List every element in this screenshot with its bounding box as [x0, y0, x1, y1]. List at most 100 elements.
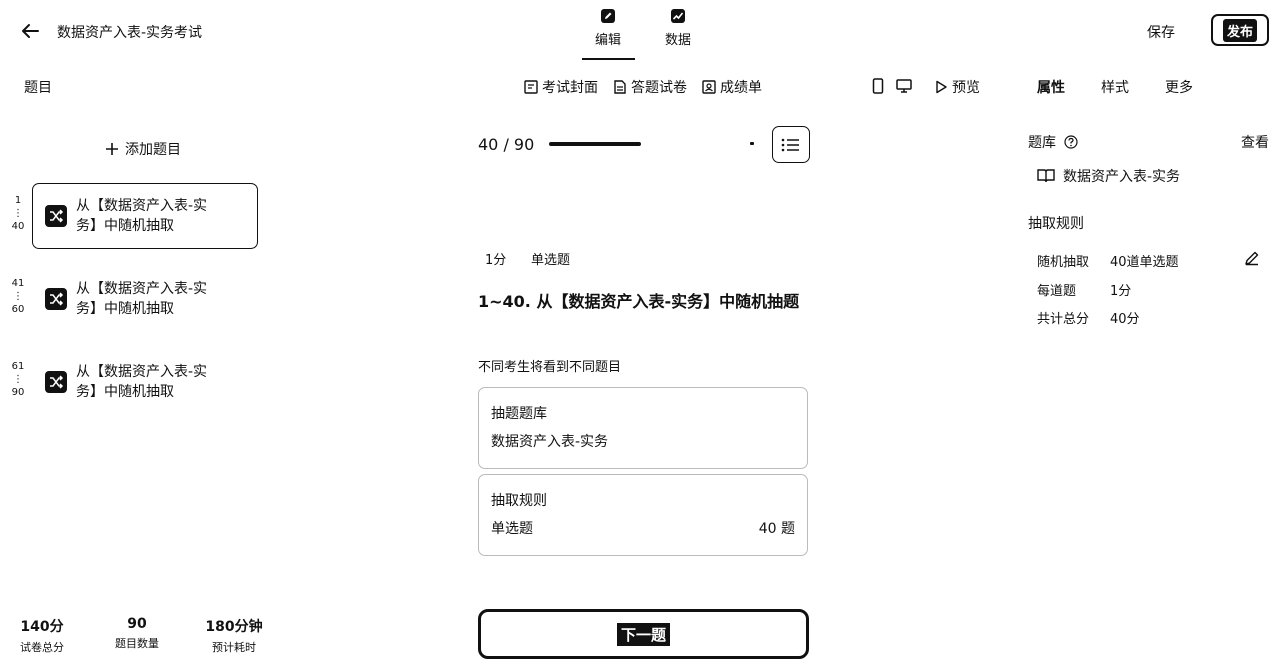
question-range: 61 ⋮ 90 [8, 360, 28, 399]
help-icon[interactable] [1064, 135, 1078, 149]
bank-name: 数据资产入表-实务 [1063, 169, 1181, 185]
publish-button[interactable]: 发布 [1211, 14, 1269, 46]
tab-report-card[interactable]: 成绩单 [702, 77, 762, 97]
tab-data-label: 数据 [664, 33, 691, 48]
publish-label: 发布 [1222, 18, 1257, 42]
rule-row: 共计总分 40分 [1037, 308, 1140, 327]
paper-icon [613, 80, 627, 94]
question-bank-section: 题库 [1028, 132, 1078, 152]
rule-key: 随机抽取 [1037, 255, 1090, 270]
card-rule-row: 单选题 40 题 [491, 515, 795, 543]
extraction-rule-card: 抽取规则 单选题 40 题 [478, 474, 808, 556]
tab-edit[interactable]: 编辑 [578, 8, 638, 48]
question-type-tag: 单选题 [531, 253, 571, 268]
view-link[interactable]: 查看 [1241, 132, 1269, 152]
questions-heading: 题目 [24, 80, 52, 96]
mobile-view-icon[interactable] [870, 78, 886, 94]
next-question-button[interactable]: 下一题 [478, 609, 809, 659]
rule-key: 共计总分 [1037, 312, 1090, 327]
question-bank-label: 题库 [1028, 135, 1056, 151]
tab-styles[interactable]: 样式 [1101, 77, 1129, 97]
pencil-icon [600, 8, 616, 24]
question-bank-card: 抽题题库 数据资产入表-实务 [478, 387, 808, 469]
book-icon [1037, 168, 1055, 184]
save-button[interactable]: 保存 [1147, 22, 1175, 42]
tab-exam-cover[interactable]: 考试封面 [524, 77, 598, 97]
tab-properties[interactable]: 属性 [1037, 77, 1065, 97]
tab-report-card-label: 成绩单 [720, 80, 762, 96]
shuffle-icon [45, 371, 67, 393]
extraction-rule-label: 抽取规则 [1028, 216, 1084, 232]
stat-question-count: 90 题目数量 [107, 616, 167, 651]
list-icon [781, 137, 801, 153]
preview-label: 预览 [952, 80, 980, 96]
preview-button[interactable]: 预览 [934, 77, 980, 97]
add-question-button[interactable]: 添加题目 [105, 139, 181, 159]
rule-count: 40 题 [758, 521, 795, 537]
stat-label: 预计耗时 [212, 641, 256, 654]
rule-value: 1分 [1110, 284, 1132, 299]
active-tab-indicator [582, 58, 635, 60]
range-separator: ⋮ [13, 374, 23, 385]
document-title: 数据资产入表-实务考试 [57, 25, 203, 41]
play-icon [934, 80, 948, 94]
range-end: 90 [11, 387, 25, 398]
range-end: 40 [11, 221, 25, 232]
desktop-view-icon[interactable] [896, 78, 912, 94]
stat-value: 140分 [20, 619, 64, 635]
range-separator: ⋮ [13, 291, 23, 302]
question-list-button[interactable] [772, 126, 810, 163]
question-range: 1 ⋮ 40 [8, 194, 28, 233]
progress-end-marker [750, 142, 754, 145]
stat-value: 180分钟 [205, 619, 263, 635]
add-question-label: 添加题目 [125, 142, 181, 158]
rule-value: 40道单选题 [1110, 255, 1179, 270]
bank-name-row[interactable]: 数据资产入表-实务 [1037, 166, 1180, 186]
back-arrow-icon[interactable] [18, 20, 42, 42]
progress-bar [549, 142, 641, 146]
question-note: 不同考生将看到不同题目 [478, 360, 622, 375]
question-item-label: 从【数据资产入表-实务】中随机抽取 [76, 364, 208, 400]
tab-answer-sheet[interactable]: 答题试卷 [613, 77, 687, 97]
score-tag: 1分 [485, 253, 507, 268]
next-question-label: 下一题 [616, 622, 670, 646]
stat-estimated-time: 180分钟 预计耗时 [201, 616, 267, 655]
rule-row: 随机抽取 40道单选题 [1037, 251, 1179, 270]
plus-icon [105, 142, 119, 156]
progress-counter: 40 / 90 [478, 135, 535, 154]
cover-icon [524, 80, 538, 94]
card-title: 抽题题库 [491, 400, 795, 428]
tab-data[interactable]: 数据 [648, 8, 708, 48]
range-start: 41 [11, 278, 25, 289]
shuffle-icon [45, 288, 67, 310]
stat-total-score: 140分 试卷总分 [12, 616, 72, 655]
edit-rule-icon[interactable] [1244, 250, 1260, 266]
range-end: 60 [11, 304, 25, 315]
range-start: 1 [14, 195, 22, 206]
range-separator: ⋮ [13, 208, 23, 219]
question-range: 41 ⋮ 60 [8, 277, 28, 316]
rule-type: 单选题 [491, 521, 533, 537]
rule-key: 每道题 [1037, 284, 1077, 299]
rule-row: 每道题 1分 [1037, 280, 1131, 299]
tab-exam-cover-label: 考试封面 [542, 80, 598, 96]
card-title: 抽取规则 [491, 487, 795, 515]
question-title: 1~40. 从【数据资产入表-实务】中随机抽题 [478, 292, 800, 311]
report-icon [702, 80, 716, 94]
rule-value: 40分 [1110, 312, 1140, 327]
stat-label: 题目数量 [115, 637, 159, 650]
stat-value: 90 [127, 616, 147, 632]
shuffle-icon [45, 205, 67, 227]
tab-answer-sheet-label: 答题试卷 [631, 80, 687, 96]
tab-edit-label: 编辑 [594, 33, 621, 48]
question-item-label: 从【数据资产入表-实务】中随机抽取 [76, 281, 208, 317]
card-value-text: 数据资产入表-实务 [491, 434, 609, 450]
question-item-label: 从【数据资产入表-实务】中随机抽取 [76, 198, 208, 234]
range-start: 61 [11, 361, 25, 372]
card-title-text: 抽题题库 [491, 406, 547, 422]
chart-icon [670, 8, 686, 24]
tab-more[interactable]: 更多 [1165, 77, 1193, 97]
stat-label: 试卷总分 [20, 641, 64, 654]
card-title-text: 抽取规则 [491, 493, 547, 509]
card-value: 数据资产入表-实务 [491, 428, 795, 456]
